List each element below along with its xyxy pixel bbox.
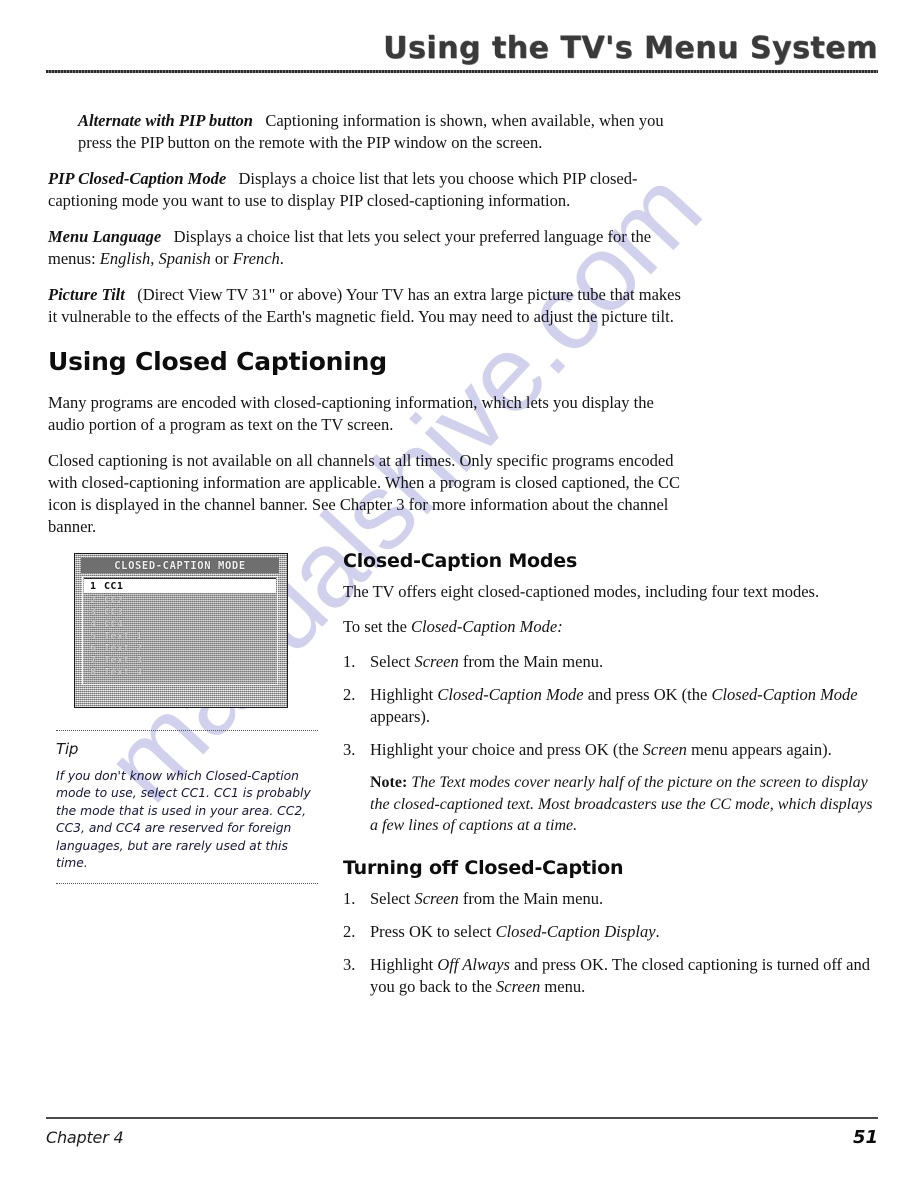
step-number: 2. — [343, 684, 356, 704]
footer-row: Chapter 4 51 — [46, 1127, 878, 1148]
page-footer: Chapter 4 51 — [46, 1117, 878, 1148]
tv-menu-item-text2[interactable]: 6 Text 2 — [84, 642, 276, 654]
step-text: Highlight your choice and press OK (the … — [370, 739, 832, 759]
modes-intro-paragraph: The TV offers eight closed-captioned mod… — [343, 581, 820, 601]
section-paragraph-2: Closed captioning is not available on al… — [48, 450, 681, 536]
section-paragraph-1: Many programs are encoded with closed-ca… — [48, 393, 654, 434]
document-page: manualshive.com Using the TV's Menu Syst… — [0, 0, 918, 1188]
modes-steps-list: 1. Select Screen from the Main menu. 2. … — [343, 651, 878, 761]
step-number: 1. — [343, 651, 356, 671]
tip-body-text: If you don't know which Closed-Caption m… — [56, 769, 311, 871]
note-callout: Note: The Text modes cover nearly half o… — [343, 772, 878, 836]
tv-menu-item-number: 5 — [90, 630, 97, 642]
tv-menu-item-number: 3 — [90, 606, 97, 618]
definition-body: (Direct View TV 31" or above) Your TV ha… — [48, 284, 681, 326]
tv-menu-item-text3[interactable]: 7 Text 3 — [84, 654, 276, 666]
tip-callout: Tip If you don't know which Closed-Capti… — [56, 730, 318, 885]
step-number: 3. — [343, 739, 356, 759]
tv-menu-titlebar: CLOSED-CAPTION MODE — [81, 558, 279, 573]
list-item: 3. Highlight your choice and press OK (t… — [343, 739, 878, 761]
step-text: Highlight Closed-Caption Mode and press … — [370, 684, 858, 726]
footer-page-number: 51 — [852, 1126, 878, 1148]
footer-divider — [46, 1117, 878, 1119]
turning-off-steps-list: 1. Select Screen from the Main menu. 2. … — [343, 888, 878, 998]
tv-menu-item-number: 7 — [90, 654, 97, 666]
tv-menu-item-text1[interactable]: 5 Text 1 — [84, 630, 276, 642]
tv-menu-list: 1 CC1 2 CC2 3 CC3 4 CC4 5 Text 1 6 Text … — [82, 576, 278, 685]
tip-title: Tip — [56, 740, 79, 758]
right-column: Closed-Caption Modes The TV offers eight… — [343, 550, 878, 1010]
tv-menu-item-number: 2 — [90, 594, 97, 606]
definition-term: Alternate with PIP button — [78, 111, 253, 130]
tv-menu-item-cc4[interactable]: 4 CC4 — [84, 618, 276, 630]
tv-menu-item-cc3[interactable]: 3 CC3 — [84, 606, 276, 618]
step-text: Press OK to select Closed-Caption Displa… — [370, 922, 660, 942]
tv-menu-item-label: Text 3 — [104, 654, 143, 666]
definition-term: Menu Language — [48, 226, 162, 246]
definition-term: PIP Closed-Caption Mode — [48, 168, 227, 188]
tip-bottom-divider — [56, 882, 318, 885]
tv-menu-item-label: Text 4 — [104, 666, 143, 678]
section-body: Many programs are encoded with closed-ca… — [48, 392, 688, 552]
tv-menu-item-number: 4 — [90, 618, 97, 630]
turning-off-section: Turning off Closed-Caption 1. Select Scr… — [343, 857, 878, 998]
intro-definitions: Alternate with PIP button Captioning inf… — [48, 110, 688, 342]
step-number: 1. — [343, 889, 356, 909]
definition-alternate-with-pip: Alternate with PIP button Captioning inf… — [48, 110, 688, 154]
list-item: 2. Press OK to select Closed-Caption Dis… — [343, 921, 878, 943]
subheading-closed-caption-modes: Closed-Caption Modes — [343, 550, 578, 572]
page-title: Using the TV's Menu System — [383, 31, 878, 66]
list-item: 1. Select Screen from the Main menu. — [343, 888, 878, 910]
tv-menu-item-label: CC3 — [104, 606, 124, 618]
list-item: 2. Highlight Closed-Caption Mode and pre… — [343, 684, 878, 728]
footer-chapter-label: Chapter 4 — [46, 1127, 124, 1147]
definition-term: Picture Tilt — [48, 284, 125, 304]
tip-top-divider — [56, 730, 318, 732]
tv-menu-item-label: CC4 — [104, 618, 124, 630]
section-heading-using-closed-captioning: Using Closed Captioning — [48, 347, 387, 376]
tv-menu-item-label: CC1 — [104, 580, 124, 592]
tv-menu-item-text4[interactable]: 8 Text 4 — [84, 666, 276, 678]
definition-picture-tilt: Picture Tilt (Direct View TV 31" or abov… — [48, 284, 688, 328]
modes-lead-in: To set the Closed-Caption Mode: — [343, 616, 563, 636]
note-text: The Text modes cover nearly half of the … — [370, 774, 873, 834]
step-text: Highlight Off Always and press OK. The c… — [370, 954, 870, 996]
tv-menu-item-number: 8 — [90, 666, 97, 678]
tv-menu-title: CLOSED-CAPTION MODE — [114, 559, 246, 572]
header-divider — [46, 70, 878, 73]
subheading-turning-off-closed-caption: Turning off Closed-Caption — [343, 857, 624, 880]
page-header: Using the TV's Menu System — [46, 34, 878, 73]
step-text: Select Screen from the Main menu. — [370, 651, 604, 671]
tv-menu-item-number: 6 — [90, 642, 97, 654]
tv-menu-item-cc1[interactable]: 1 CC1 — [84, 578, 276, 593]
tv-menu-screenshot-figure: CLOSED-CAPTION MODE 1 CC1 2 CC2 3 CC3 4 … — [74, 553, 288, 708]
definition-pip-closed-caption-mode: PIP Closed-Caption Mode Displays a choic… — [48, 168, 688, 212]
note-label: Note: — [370, 774, 408, 792]
tv-menu-item-label: Text 1 — [104, 630, 143, 642]
list-item: 1. Select Screen from the Main menu. — [343, 651, 878, 673]
definition-menu-language: Menu Language Displays a choice list tha… — [48, 226, 688, 270]
step-number: 3. — [343, 954, 356, 974]
tv-menu-item-label: CC2 — [104, 594, 124, 606]
tv-menu-item-label: Text 2 — [104, 642, 143, 654]
tv-menu-item-number: 1 — [90, 580, 97, 592]
step-number: 2. — [343, 922, 356, 942]
step-text: Select Screen from the Main menu. — [370, 889, 604, 909]
tv-menu-item-cc2[interactable]: 2 CC2 — [84, 594, 276, 606]
list-item: 3. Highlight Off Always and press OK. Th… — [343, 954, 878, 998]
